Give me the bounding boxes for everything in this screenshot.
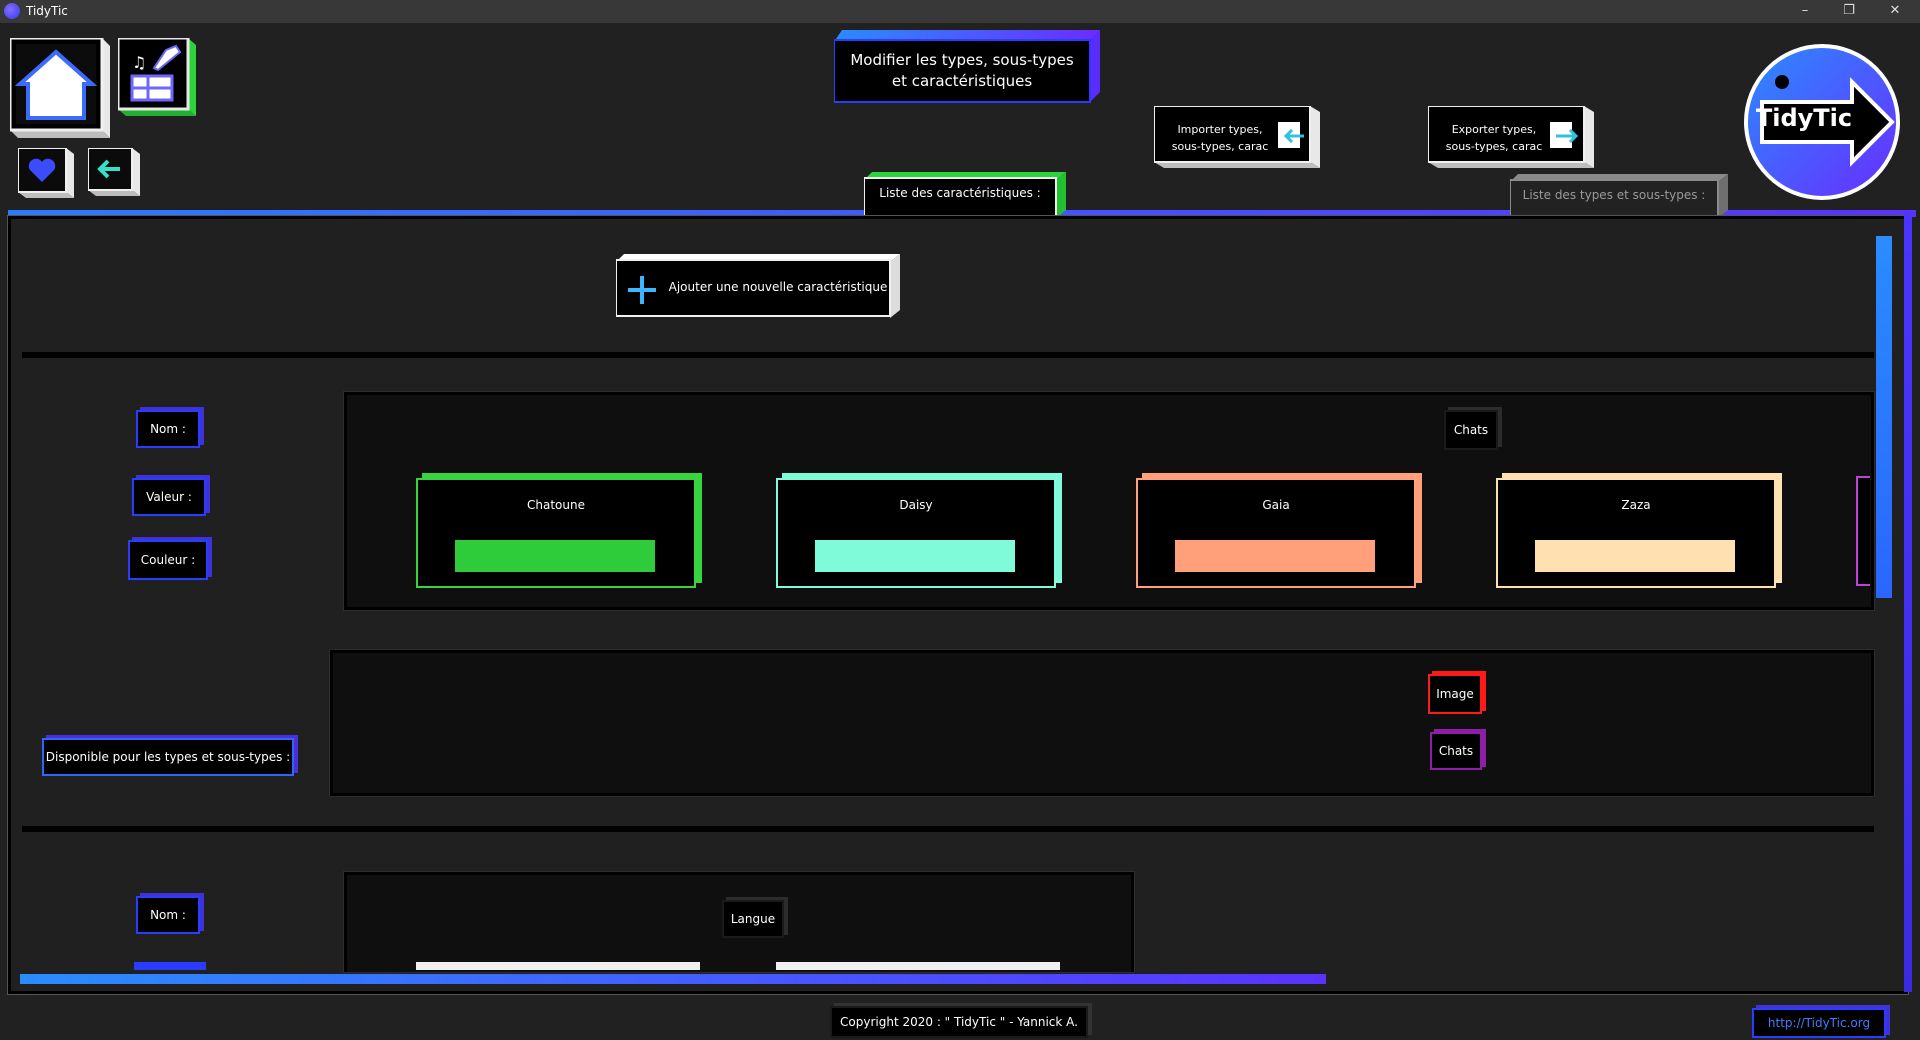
value-name: Gaia (1262, 498, 1290, 512)
characteristic-name-value[interactable]: Langue (722, 900, 784, 938)
arrow-left-icon (87, 147, 140, 196)
export-label-line2: sous-types, carac (1445, 140, 1543, 153)
import-label-line1: Importer types, (1177, 123, 1263, 136)
value-card-partial[interactable] (1856, 476, 1870, 586)
value-color-swatch[interactable] (815, 540, 1015, 572)
name-label: Nom : (136, 410, 200, 448)
import-button[interactable]: Importer types, sous-types, carac (1154, 106, 1320, 168)
back-button[interactable] (87, 147, 140, 196)
divider (22, 826, 1874, 832)
app-icon (4, 3, 20, 19)
color-label: Couleur : (128, 540, 208, 580)
value-card[interactable]: Chatoune (416, 478, 696, 588)
value-card-partial[interactable] (776, 962, 1060, 970)
add-characteristic-label: Ajouter une nouvelle caractéristique (668, 280, 888, 294)
available-type-chip[interactable]: Image (1428, 674, 1482, 714)
website-link[interactable]: http://TidyTic.org (1752, 1008, 1886, 1038)
value-name: Chatoune (527, 498, 585, 512)
value-card[interactable]: Zaza (1496, 478, 1776, 588)
page-title-box: Modifier les types, sous-types et caract… (834, 30, 1100, 104)
value-label: Valeur : (132, 478, 206, 516)
name-label: Nom : (136, 896, 200, 934)
home-icon (8, 36, 110, 138)
page-title-line1: Modifier les types, sous-types (850, 51, 1074, 69)
panel-right-edge (1904, 212, 1912, 992)
value-card-partial[interactable] (416, 962, 700, 970)
value-name: Zaza (1621, 498, 1651, 512)
value-card[interactable]: Gaia (1136, 478, 1416, 588)
minimize-button[interactable]: – (1782, 0, 1828, 23)
value-color-swatch[interactable] (1175, 540, 1375, 572)
value-color-swatch[interactable] (455, 540, 655, 572)
home-button[interactable] (8, 36, 110, 138)
characteristic-name-value[interactable]: Chats (1444, 410, 1498, 450)
value-card[interactable]: Daisy (776, 478, 1056, 588)
window-title: TidyTic (26, 4, 68, 18)
add-characteristic-button[interactable]: Ajouter une nouvelle caractéristique (616, 254, 900, 318)
tab-types-label: Liste des types et sous-types : (1522, 188, 1706, 202)
export-label-line1: Exporter types, (1451, 123, 1537, 136)
window-titlebar (0, 0, 1920, 23)
maximize-button[interactable]: ❐ (1826, 0, 1872, 23)
available-type-chip[interactable]: Chats (1430, 732, 1482, 770)
tidytic-logo: TidyTic (1742, 42, 1902, 202)
svg-text:♫: ♫ (132, 53, 146, 72)
export-button[interactable]: Exporter types, sous-types, carac (1428, 106, 1594, 168)
heart-icon (17, 147, 74, 198)
copyright-text: Copyright 2020 : " TidyTic " - Yannick A… (830, 1006, 1088, 1038)
favorites-button[interactable] (17, 147, 74, 198)
available-for-label: Disponible pour les types et sous-types … (42, 738, 294, 776)
value-color-swatch[interactable] (1535, 540, 1735, 572)
close-button[interactable]: ✕ (1872, 0, 1918, 23)
tab-types[interactable]: Liste des types et sous-types : (1510, 174, 1728, 218)
divider (22, 352, 1874, 358)
media-edit-icon: ♫ (116, 36, 196, 116)
value-label-partial (134, 962, 206, 970)
value-name: Daisy (899, 498, 933, 512)
availability-container (329, 649, 1875, 797)
horizontal-scrollbar-thumb[interactable] (20, 974, 1326, 984)
logo-text: TidyTic (1755, 104, 1853, 132)
media-editor-button[interactable]: ♫ (116, 36, 196, 116)
vertical-scrollbar-thumb[interactable] (1876, 236, 1892, 598)
page-title-line2: et caractéristiques (891, 72, 1033, 90)
import-label-line2: sous-types, carac (1171, 140, 1269, 153)
tab-characteristics[interactable]: Liste des caractéristiques : (864, 172, 1066, 218)
tab-characteristics-label: Liste des caractéristiques : (879, 186, 1041, 200)
